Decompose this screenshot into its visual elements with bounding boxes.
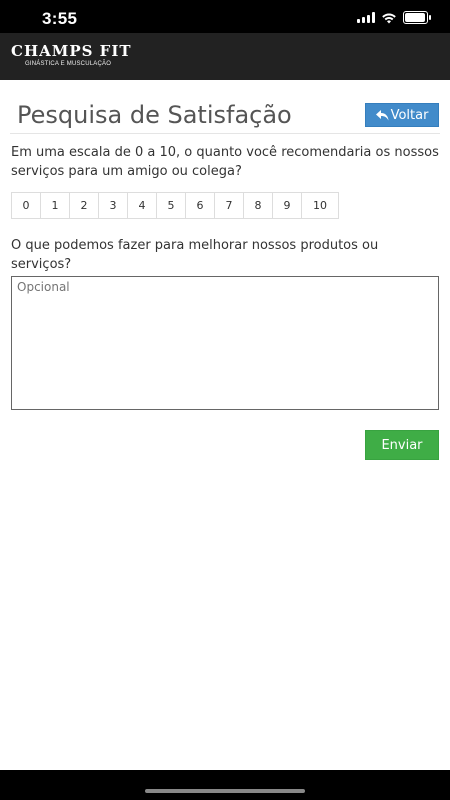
rating-option-3[interactable]: 3 xyxy=(98,192,128,219)
submit-button[interactable]: Enviar xyxy=(365,430,439,460)
rating-option-4[interactable]: 4 xyxy=(127,192,157,219)
rating-option-7[interactable]: 7 xyxy=(214,192,244,219)
improvement-textarea[interactable] xyxy=(11,276,439,410)
rating-option-5[interactable]: 5 xyxy=(156,192,186,219)
home-indicator[interactable] xyxy=(145,789,305,793)
reply-arrow-icon xyxy=(375,109,389,120)
divider xyxy=(10,133,440,134)
rating-option-0[interactable]: 0 xyxy=(11,192,41,219)
logo[interactable]: CHAMPS FIT GINÁSTICA E MUSCULAÇÃO xyxy=(11,43,132,68)
app-header: CHAMPS FIT GINÁSTICA E MUSCULAÇÃO xyxy=(0,33,450,80)
survey-content: Pesquisa de Satisfação Voltar Em uma esc… xyxy=(0,80,450,770)
rating-option-10[interactable]: 10 xyxy=(301,192,339,219)
bottom-bar xyxy=(0,770,450,800)
status-icons xyxy=(357,11,431,24)
status-bar: 3:55 xyxy=(0,0,450,33)
question-recommendation: Em uma escala de 0 a 10, o quanto você r… xyxy=(11,145,439,179)
back-button-label: Voltar xyxy=(390,107,429,123)
wifi-icon xyxy=(382,13,396,23)
logo-title: CHAMPS FIT xyxy=(11,42,132,60)
page-title: Pesquisa de Satisfação xyxy=(17,101,292,129)
battery-icon xyxy=(403,11,431,24)
rating-option-8[interactable]: 8 xyxy=(243,192,273,219)
logo-subtitle: GINÁSTICA E MUSCULAÇÃO xyxy=(25,61,112,67)
signal-icon xyxy=(357,12,375,23)
rating-option-6[interactable]: 6 xyxy=(185,192,215,219)
question-improvement: O que podemos fazer para melhorar nossos… xyxy=(11,238,379,272)
rating-option-2[interactable]: 2 xyxy=(69,192,99,219)
rating-scale: 0 1 2 3 4 5 6 7 8 9 10 xyxy=(11,192,339,219)
rating-option-1[interactable]: 1 xyxy=(40,192,70,219)
back-button[interactable]: Voltar xyxy=(365,103,439,127)
rating-option-9[interactable]: 9 xyxy=(272,192,302,219)
status-time: 3:55 xyxy=(42,9,78,28)
